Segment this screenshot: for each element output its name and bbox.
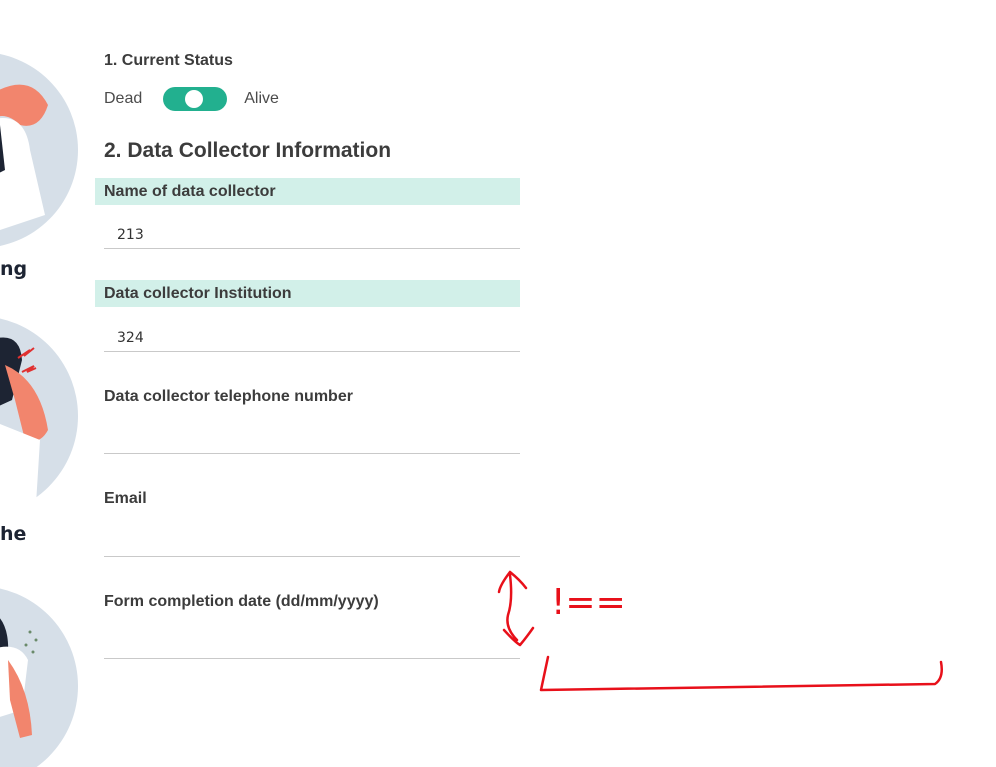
data-collector-title: 2. Data Collector Information [104,139,392,162]
sidebar-caption-breathing: ng [0,258,28,280]
status-dead-label: Dead [104,90,143,107]
rectangle-mark [539,655,943,692]
form-completion-date-label: Form completion date (dd/mm/yyyy) [104,593,379,610]
current-status-title: 1. Current Status [104,52,233,69]
breathing-illustration [0,54,78,246]
sidebar-caption-headache: he [0,523,27,545]
status-toggle[interactable] [163,87,228,111]
sidebar-illustrations: ng he [0,0,95,767]
symptom-illustrations [0,54,78,767]
form-completion-date-input[interactable] [104,631,520,659]
collector-email-label: Email [104,490,147,507]
collector-institution-input[interactable] [104,324,520,352]
collector-name-input[interactable] [104,221,520,249]
collector-name-label: Name of data collector [95,178,520,205]
headache-illustration [0,318,78,520]
collector-telephone-input[interactable] [104,426,520,454]
collector-institution-label: Data collector Institution [95,280,520,307]
status-alive-label: Alive [244,90,279,107]
collector-telephone-label: Data collector telephone number [104,388,353,405]
not-equal-text: !== [551,582,626,623]
collector-email-input[interactable] [104,529,520,557]
toggle-knob [185,90,204,108]
cough-illustration [0,588,78,767]
status-toggle-row: Dead Alive [104,86,279,112]
